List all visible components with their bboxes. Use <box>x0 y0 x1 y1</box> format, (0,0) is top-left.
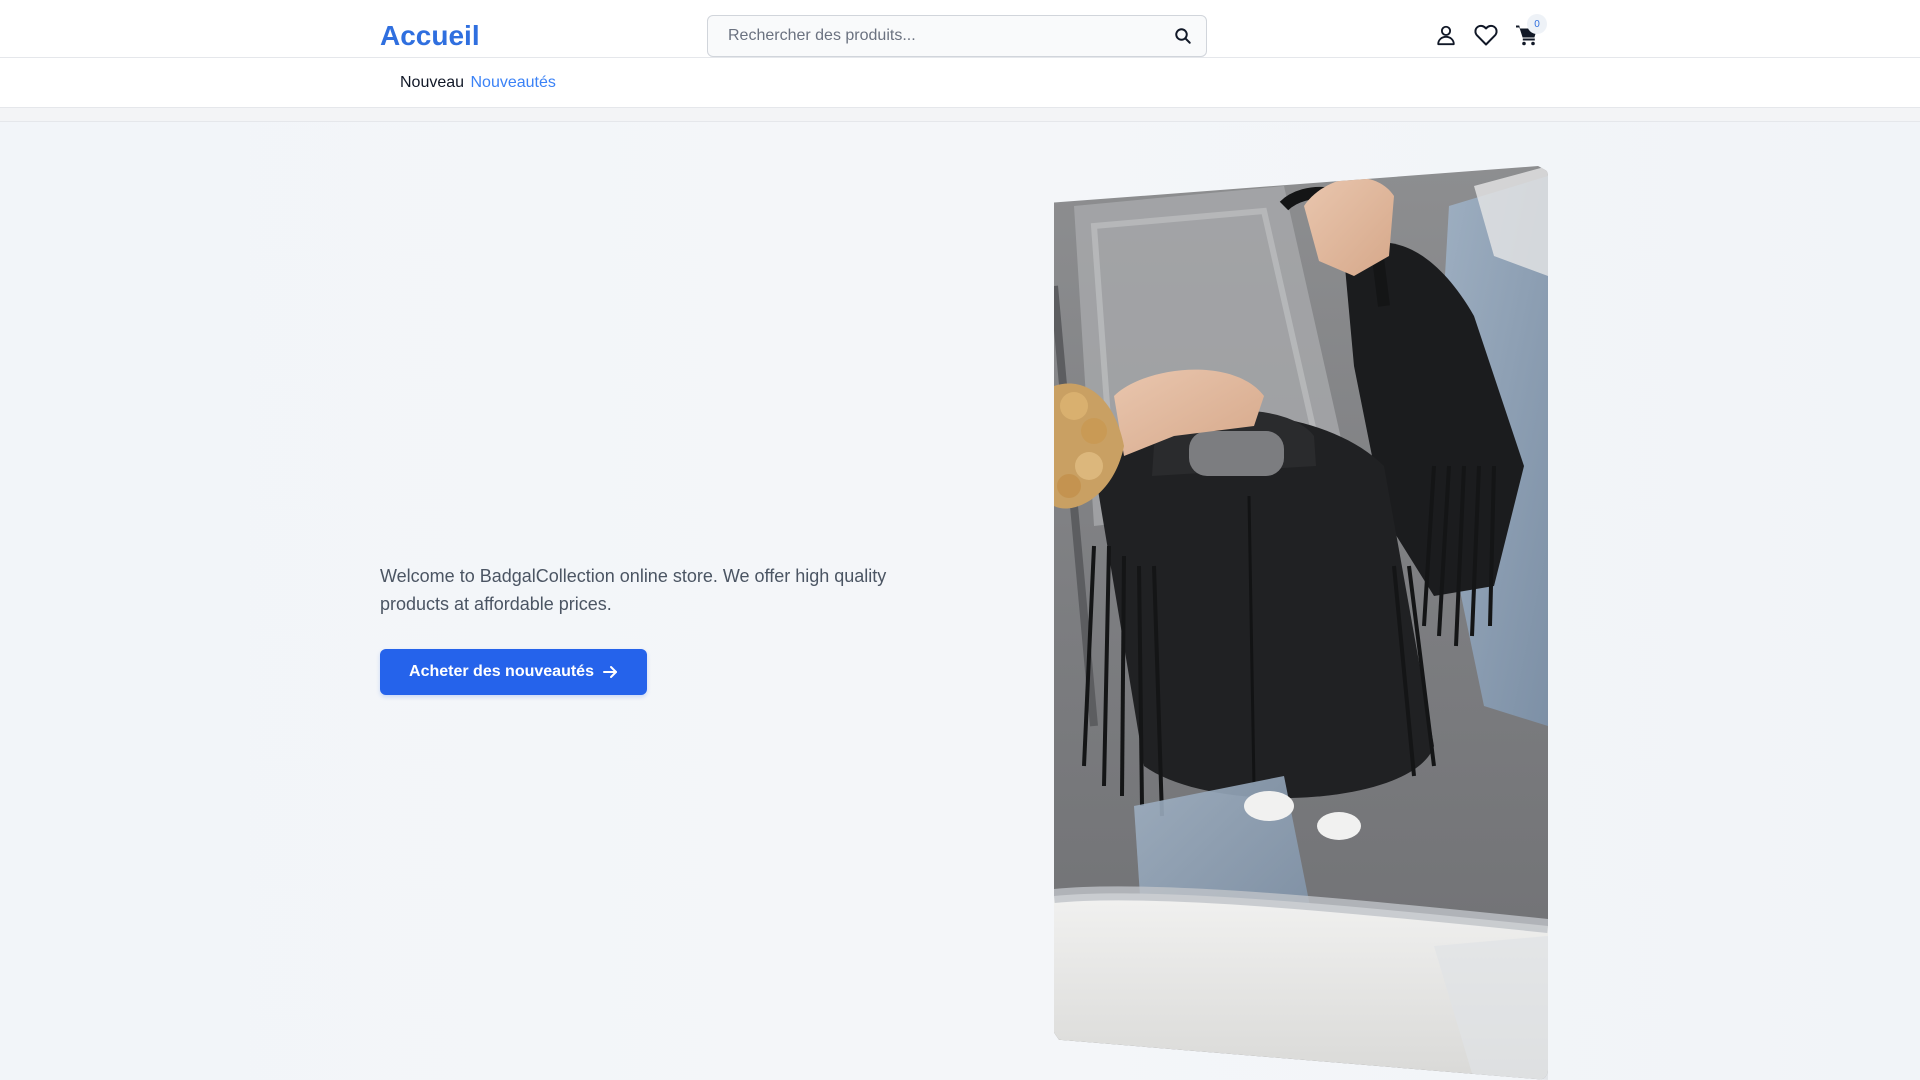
search-bar <box>707 15 1207 57</box>
nav-divider <box>0 108 1920 122</box>
subnav-link-nouveautes[interactable]: Nouveautés <box>471 74 556 91</box>
cta-label: Acheter des nouveautés <box>409 663 594 680</box>
search-button[interactable] <box>1160 16 1206 56</box>
logo-home-link[interactable]: Accueil <box>380 19 480 53</box>
hero-description: Welcome to BadgalCollection online store… <box>380 566 887 614</box>
account-button[interactable] <box>1433 22 1459 48</box>
search-input[interactable] <box>708 16 1160 56</box>
cart-count-badge: 0 <box>1527 14 1547 34</box>
wishlist-button[interactable] <box>1473 22 1499 48</box>
hero-product-image <box>1054 166 1548 1080</box>
breadcrumb: Nouveau Nouveautés <box>400 73 556 93</box>
sub-navigation: Nouveau Nouveautés <box>0 58 1920 108</box>
heart-icon <box>1474 24 1498 46</box>
search-icon <box>1175 28 1191 44</box>
hero-section: Welcome to BadgalCollection online store… <box>0 122 1920 1080</box>
site-header: Accueil 0 <box>0 0 1920 58</box>
arrow-right-icon <box>602 666 617 678</box>
subnav-label: Nouveau <box>400 74 465 91</box>
user-icon <box>1437 25 1455 46</box>
shop-new-arrivals-button[interactable]: Acheter des nouveautés <box>380 649 647 695</box>
